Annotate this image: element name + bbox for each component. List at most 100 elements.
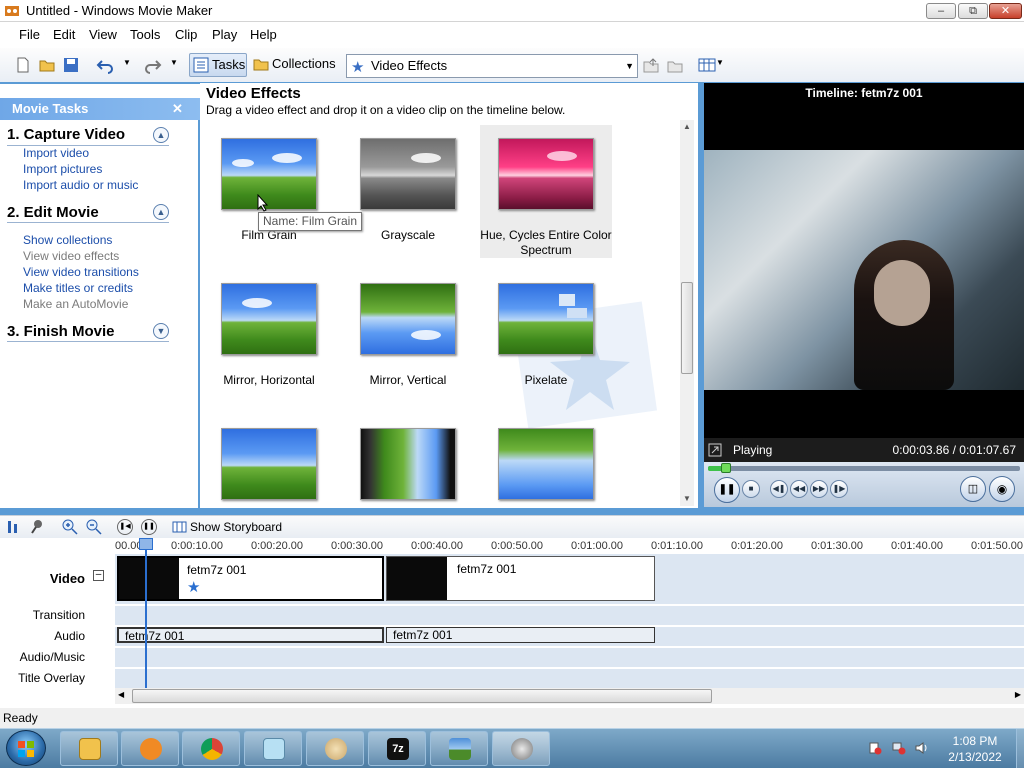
audio-music-track[interactable] — [115, 648, 1024, 667]
split-clip-button[interactable]: ◫ — [960, 476, 986, 502]
menu-view[interactable]: View — [89, 27, 117, 42]
taskbar-paint[interactable] — [306, 731, 364, 766]
seek-thumb[interactable] — [721, 463, 731, 473]
audio-clip[interactable]: fetm7z 001 — [117, 627, 384, 643]
pause-button[interactable]: ❚❚ — [714, 477, 740, 503]
volume-icon[interactable] — [915, 741, 929, 755]
effect-thumbnail[interactable] — [498, 428, 594, 500]
transition-track[interactable] — [115, 606, 1024, 625]
ruler-tick: 0:00:10.00 — [171, 540, 223, 552]
redo-dropdown-icon[interactable]: ▼ — [170, 58, 178, 67]
taskbar-photo-viewer[interactable] — [430, 731, 488, 766]
undo-dropdown-icon[interactable]: ▼ — [123, 58, 131, 67]
make-titles-link[interactable]: Make titles or credits — [23, 281, 133, 295]
menu-edit[interactable]: Edit — [53, 27, 75, 42]
collection-select[interactable]: ★ Video Effects ▼ — [346, 54, 638, 78]
taskbar-explorer[interactable] — [60, 731, 118, 766]
effect-hue-cycles[interactable] — [498, 138, 594, 210]
show-desktop-button[interactable] — [1016, 729, 1024, 768]
fullscreen-icon[interactable] — [708, 443, 722, 457]
effect-mirror-vertical[interactable] — [360, 283, 456, 355]
taskbar-chrome[interactable] — [182, 731, 240, 766]
new-file-icon[interactable] — [14, 56, 32, 74]
pause-timeline-button[interactable]: ❚❚ — [141, 519, 157, 535]
maximize-button[interactable]: ⧉ — [958, 3, 988, 19]
video-clip[interactable]: fetm7z 001 — [386, 556, 655, 601]
minimize-button[interactable]: – — [926, 3, 956, 19]
close-pane-icon[interactable]: ✕ — [172, 98, 183, 120]
show-collections-link[interactable]: Show collections — [23, 233, 112, 247]
redo-icon[interactable] — [144, 56, 162, 74]
close-button[interactable]: ✕ — [989, 3, 1022, 19]
set-audio-levels-icon[interactable] — [6, 519, 20, 535]
playhead-handle[interactable] — [139, 538, 153, 550]
audio-clip[interactable]: fetm7z 001 — [386, 627, 655, 643]
playhead[interactable] — [139, 538, 153, 704]
window-title: Untitled - Windows Movie Maker — [26, 3, 213, 18]
narrate-microphone-icon[interactable] — [30, 519, 44, 535]
effect-film-grain[interactable] — [221, 138, 317, 210]
scroll-up-icon[interactable]: ▲ — [680, 120, 694, 134]
taskbar-notepad[interactable] — [244, 731, 302, 766]
video-clip[interactable]: fetm7z 001 ★ — [117, 556, 384, 601]
stop-button[interactable]: ■ — [742, 480, 760, 498]
previous-frame-button[interactable]: ◀❚ — [770, 480, 788, 498]
collapse-track-icon[interactable]: – — [93, 570, 104, 581]
scroll-down-icon[interactable]: ▼ — [680, 492, 694, 506]
menu-clip[interactable]: Clip — [175, 27, 197, 42]
7zip-icon: 7z — [387, 738, 409, 760]
zoom-out-icon[interactable] — [86, 519, 102, 535]
view-video-transitions-link[interactable]: View video transitions — [23, 265, 139, 279]
show-storyboard-button[interactable]: Show Storyboard — [170, 518, 282, 536]
system-clock[interactable]: 1:08 PM 2/13/2022 — [940, 733, 1010, 765]
menu-tools[interactable]: Tools — [130, 27, 160, 42]
expand-chevron-icon[interactable]: ▼ — [153, 323, 169, 339]
rewind-button[interactable]: ◀◀ — [790, 480, 808, 498]
timeline-splitter[interactable] — [0, 507, 1024, 515]
collections-button[interactable]: Collections — [250, 53, 336, 77]
effect-grayscale[interactable] — [360, 138, 456, 210]
collapse-chevron-icon[interactable]: ▲ — [153, 127, 169, 143]
collapse-chevron-icon[interactable]: ▲ — [153, 204, 169, 220]
import-audio-link[interactable]: Import audio or music — [23, 178, 138, 192]
views-icon[interactable] — [698, 56, 716, 74]
start-button[interactable] — [6, 730, 46, 766]
taskbar-movie-maker[interactable] — [492, 731, 550, 766]
effect-thumbnail[interactable] — [360, 428, 456, 500]
title-overlay-track[interactable] — [115, 669, 1024, 688]
edit-movie-heading[interactable]: 2. Edit Movie — [7, 204, 99, 221]
open-folder-icon[interactable] — [38, 56, 56, 74]
scroll-left-icon[interactable]: ◀ — [118, 690, 124, 699]
taskbar-media-player[interactable] — [121, 731, 179, 766]
forward-button[interactable]: ▶▶ — [810, 480, 828, 498]
taskbar-7zip[interactable]: 7z — [368, 731, 426, 766]
scroll-right-icon[interactable]: ▶ — [1015, 690, 1021, 699]
tasks-button[interactable]: Tasks — [189, 53, 247, 77]
menu-play[interactable]: Play — [212, 27, 237, 42]
new-folder-icon[interactable] — [666, 56, 684, 74]
timeline-scrollbar-thumb[interactable] — [132, 689, 712, 703]
rewind-timeline-button[interactable]: ❚◀ — [117, 519, 133, 535]
ruler-tick: 0:01:00.00 — [571, 540, 623, 552]
capture-video-heading[interactable]: 1. Capture Video — [7, 126, 125, 143]
effect-thumbnail[interactable] — [221, 428, 317, 500]
effect-pixelate[interactable] — [498, 283, 594, 355]
import-video-link[interactable]: Import video — [23, 146, 89, 160]
finish-movie-heading[interactable]: 3. Finish Movie — [7, 323, 115, 340]
menu-file[interactable]: File — [19, 27, 40, 42]
menu-help[interactable]: Help — [250, 27, 277, 42]
undo-icon[interactable] — [96, 56, 114, 74]
save-icon[interactable] — [62, 56, 80, 74]
import-pictures-link[interactable]: Import pictures — [23, 162, 102, 176]
effect-mirror-horizontal[interactable] — [221, 283, 317, 355]
seek-bar[interactable] — [708, 463, 1020, 473]
timeline-ruler[interactable]: 00.00 0:00:10.00 0:00:20.00 0:00:30.00 0… — [115, 538, 1024, 554]
next-frame-button[interactable]: ❚▶ — [830, 480, 848, 498]
zoom-in-icon[interactable] — [62, 519, 78, 535]
views-dropdown-icon[interactable]: ▼ — [716, 58, 724, 67]
action-center-icon[interactable] — [868, 741, 882, 755]
network-icon[interactable] — [892, 741, 906, 755]
take-picture-button[interactable]: ◉ — [989, 476, 1015, 502]
up-folder-icon[interactable] — [642, 56, 660, 74]
effects-scrollbar-thumb[interactable] — [681, 282, 693, 374]
